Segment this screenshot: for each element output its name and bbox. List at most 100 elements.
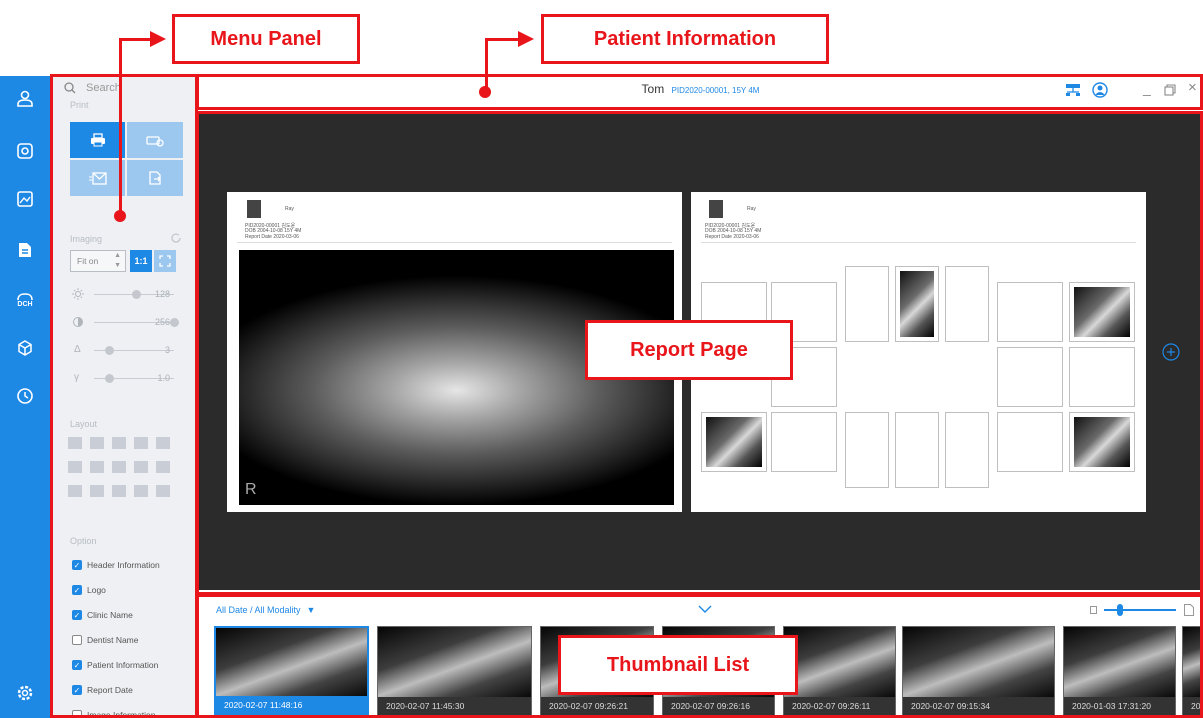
image-slot[interactable] [895,412,939,488]
cube-icon[interactable] [14,337,36,359]
checkbox[interactable]: ✓ [72,560,82,570]
image-slot[interactable] [701,412,767,472]
gamma-slider[interactable]: γ 1.0 [72,372,195,386]
user-icon[interactable] [14,88,36,110]
image-slot[interactable] [997,347,1063,407]
ratio-1-1-button[interactable]: 1:1 [130,250,152,272]
network-icon[interactable] [1065,83,1081,97]
close-icon[interactable]: × [1188,79,1197,96]
report-icon[interactable] [14,239,36,261]
reset-icon[interactable] [170,232,182,244]
image-slot[interactable] [997,412,1063,472]
thumbnail-item[interactable]: 202 [1182,626,1203,716]
layout-option[interactable] [112,485,126,497]
image-slot[interactable] [845,412,889,488]
thumbnail-date: 2020-02-07 11:48:16 [216,696,367,714]
chevron-down-icon[interactable] [698,604,712,614]
account-icon[interactable] [1092,82,1108,98]
zoom-slider-knob[interactable] [1117,604,1123,616]
filter-dropdown[interactable]: All Date / All Modality ▼ [216,605,315,615]
slider-knob[interactable] [105,374,115,383]
clinic-logo [709,200,723,218]
camera-icon[interactable] [14,140,36,162]
clock-icon[interactable] [14,385,36,407]
option-logo[interactable]: ✓ Logo [72,585,106,595]
image-slot[interactable] [1069,282,1135,342]
icon-rail: DCH [0,76,50,718]
restore-icon[interactable] [1164,84,1176,96]
thumbnail-item[interactable]: 2020-02-07 11:48:16 [214,626,369,716]
slider-knob[interactable] [170,318,179,327]
arrow-right-icon [150,31,166,47]
option-dentist-name[interactable]: Dentist Name [72,635,139,645]
search-input[interactable]: Search [86,82,121,94]
option-patient-information[interactable]: ✓ Patient Information [72,660,158,670]
minimize-icon[interactable]: _ [1143,80,1151,96]
layout-option[interactable] [90,437,104,449]
slider-knob[interactable] [105,346,115,355]
checkbox[interactable]: ✓ [72,585,82,595]
caret-down-icon: ▼ [306,605,316,615]
settings-icon[interactable] [14,682,36,704]
layout-option[interactable] [90,485,104,497]
layout-option[interactable] [134,485,148,497]
thumbnail-item[interactable]: 2020-01-03 17:31:20 [1063,626,1176,716]
option-image-information[interactable]: Image Information [72,710,156,718]
email-button[interactable] [70,160,125,196]
search-box[interactable]: Search [64,82,121,94]
image-icon[interactable] [14,188,36,210]
option-label: Logo [87,585,106,595]
dch-icon[interactable]: DCH [14,289,36,311]
thumbnail-item[interactable]: 2020-02-07 09:15:34 [902,626,1055,716]
checkbox[interactable]: ✓ [72,685,82,695]
option-header-information[interactable]: ✓ Header Information [72,560,160,570]
stepper-arrows-icon[interactable]: ▲ ▼ [114,251,121,271]
arrow-right-icon [518,31,534,47]
plus-circle-icon[interactable] [1162,343,1180,361]
checkbox[interactable] [72,635,82,645]
image-slot[interactable] [945,412,989,488]
option-report-date[interactable]: ✓ Report Date [72,685,133,695]
image-slot[interactable] [1069,347,1135,407]
thumbnail-item[interactable]: 2020-02-07 11:45:30 [377,626,532,716]
export-button[interactable] [127,160,183,196]
layout-option[interactable] [68,437,82,449]
layout-option[interactable] [134,461,148,473]
patient-name: Tom [641,82,665,96]
fit-to-screen-button[interactable] [154,250,176,272]
brightness-slider[interactable]: 128 [72,288,195,302]
checkbox[interactable]: ✓ [72,660,82,670]
layout-option[interactable] [90,461,104,473]
menu-panel: Search Print Imaging Fit on ▲ ▼ 1:1 128 2… [52,76,195,718]
option-clinic-name[interactable]: ✓ Clinic Name [72,610,133,620]
image-slot[interactable] [895,266,939,342]
layout-option[interactable] [68,461,82,473]
layout-option[interactable] [156,485,170,497]
checkbox[interactable] [72,710,82,718]
print-settings-button[interactable] [127,122,183,158]
zoom-slider[interactable] [1104,609,1176,611]
layout-option[interactable] [68,485,82,497]
gamma-delta-slider[interactable]: Δ 3 [72,344,195,358]
image-slot[interactable] [771,412,837,472]
fit-select[interactable]: Fit on ▲ ▼ [70,250,126,272]
checkbox[interactable]: ✓ [72,610,82,620]
layout-option[interactable] [112,461,126,473]
image-slot[interactable] [997,282,1063,342]
intraoral-xray-image [1074,417,1130,467]
layout-option[interactable] [134,437,148,449]
print-button[interactable] [70,122,125,158]
layout-option[interactable] [156,461,170,473]
layout-option[interactable] [112,437,126,449]
image-slot[interactable] [945,266,989,342]
thumbnail-date: 2020-02-07 09:26:21 [541,697,653,715]
contrast-slider[interactable]: 256 [72,316,195,330]
layout-option[interactable] [156,437,170,449]
image-slot[interactable] [845,266,889,342]
clinic-name: Ray [747,206,756,212]
email-icon [88,171,107,185]
thumbnail-item[interactable]: 2020-02-07 09:26:11 [783,626,896,716]
thumbnail-date: 2020-02-07 09:26:16 [663,697,774,715]
thumbnail-date: 202 [1183,697,1202,715]
image-slot[interactable] [1069,412,1135,472]
